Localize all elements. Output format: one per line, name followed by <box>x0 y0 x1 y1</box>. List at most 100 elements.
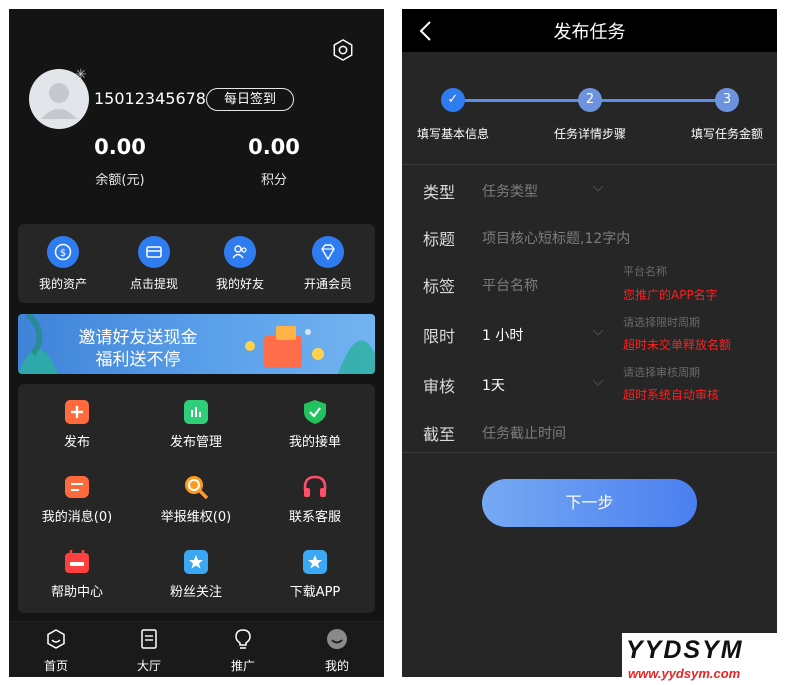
invite-banner[interactable]: 邀请好友送现金 福利送不停 <box>18 314 375 374</box>
user-phone: 15012345678 <box>94 89 206 108</box>
watermark-url: www.yydsym.com <box>628 666 741 681</box>
step-2-dot: 2 <box>578 88 602 112</box>
help-center-button[interactable]: 帮助中心 <box>18 549 136 600</box>
type-chevron-down-icon[interactable] <box>592 185 604 193</box>
balance-label: 余额(元) <box>95 173 145 188</box>
open-membership-button[interactable]: 开通会员 <box>286 236 370 292</box>
review-period-select[interactable]: 1天 <box>482 375 505 395</box>
profile-icon <box>327 629 347 649</box>
quick-actions-panel: $ 我的资产 点击提现 我的好友 开通会员 <box>18 224 375 303</box>
publish-button[interactable]: 发布 <box>18 399 136 450</box>
time-limit-chevron-down-icon[interactable] <box>592 329 604 337</box>
report-rights-button[interactable]: 举报维权(0) <box>137 474 255 525</box>
step-1-label: 填写基本信息 <box>416 127 489 141</box>
publish-label: 发布 <box>63 435 90 450</box>
type-label: 类型 <box>423 183 456 202</box>
download-star-icon <box>302 549 328 575</box>
review-hint: 请选择审核周期 <box>623 366 700 379</box>
star-badge-icon <box>183 549 209 575</box>
my-messages-button[interactable]: 我的消息(0) <box>18 474 136 525</box>
nav-hall-label: 大厅 <box>136 659 161 673</box>
customer-service-button[interactable]: 联系客服 <box>256 474 374 525</box>
download-app-label: 下载APP <box>289 585 341 600</box>
my-assets-button[interactable]: $ 我的资产 <box>21 236 105 292</box>
open-membership-label: 开通会员 <box>303 277 352 291</box>
diamond-icon <box>312 236 344 268</box>
nav-home[interactable]: 首页 <box>26 628 86 674</box>
review-chevron-down-icon[interactable] <box>592 379 604 387</box>
search-report-icon <box>183 474 209 500</box>
title-input[interactable]: 项目核心短标题,12字内 <box>482 228 630 248</box>
review-note: 超时系统自动审核 <box>623 388 720 402</box>
time-limit-hint: 请选择限时周期 <box>623 316 700 329</box>
wallet-card-icon <box>138 236 170 268</box>
type-select[interactable]: 任务类型 <box>482 181 538 201</box>
next-step-button[interactable]: 下一步 <box>482 479 697 527</box>
top-bar: 发布任务 <box>402 9 777 52</box>
step-1-check-icon: ✓ <box>441 88 465 112</box>
profile-screen: ✳ 15012345678 每日签到 0.00 余额(元) 0.00 积分 $ … <box>9 9 384 677</box>
publish-management-label: 发布管理 <box>169 435 222 450</box>
publish-task-screen: 发布任务 ✓ 2 3 填写基本信息 任务详情步骤 填写任务金额 类型 任务类型 … <box>402 9 777 677</box>
my-messages-label: 我的消息(0) <box>41 510 113 525</box>
my-assets-label: 我的资产 <box>38 277 87 291</box>
nav-promote[interactable]: 推广 <box>213 628 273 674</box>
watermark-title: YYDSYM <box>626 636 744 664</box>
withdraw-button[interactable]: 点击提现 <box>112 236 196 292</box>
plus-icon <box>64 399 90 425</box>
help-center-label: 帮助中心 <box>50 585 103 600</box>
my-friends-button[interactable]: 我的好友 <box>198 236 282 292</box>
help-calendar-icon <box>64 549 90 575</box>
step-3-dot: 3 <box>715 88 739 112</box>
daily-signin-button[interactable]: 每日签到 <box>206 88 294 111</box>
time-limit-label: 限时 <box>423 327 456 346</box>
friends-icon <box>224 236 256 268</box>
stepper-divider <box>402 164 777 165</box>
page-title: 发布任务 <box>553 22 626 43</box>
my-friends-label: 我的好友 <box>215 277 264 291</box>
step-3-label: 填写任务金额 <box>690 127 763 141</box>
headset-icon <box>302 474 328 500</box>
balance-value: 0.00 <box>94 135 146 159</box>
sparkle-icon: ✳ <box>75 67 87 83</box>
points-value: 0.00 <box>248 135 300 159</box>
balance-stat[interactable]: 0.00 余额(元) <box>60 135 180 188</box>
nav-home-label: 首页 <box>43 659 68 673</box>
nav-mine-label: 我的 <box>324 659 349 673</box>
shield-check-icon <box>302 399 328 425</box>
nav-promote-label: 推广 <box>230 659 255 673</box>
hall-icon <box>141 629 157 649</box>
fans-follow-button[interactable]: 粉丝关注 <box>137 549 255 600</box>
withdraw-label: 点击提现 <box>129 277 178 291</box>
deadline-label: 截至 <box>423 425 456 444</box>
bar-chart-icon <box>183 399 209 425</box>
banner-subtitle: 福利送不停 <box>95 350 181 370</box>
nav-hall[interactable]: 大厅 <box>119 628 179 674</box>
tag-input[interactable]: 平台名称 <box>482 275 538 295</box>
time-limit-note: 超时未交单释放名额 <box>623 338 732 352</box>
tag-note: 您推广的APP名字 <box>623 288 718 302</box>
review-label: 审核 <box>423 377 456 396</box>
publish-management-button[interactable]: 发布管理 <box>137 399 255 450</box>
home-icon <box>47 629 65 649</box>
form-divider <box>402 452 777 453</box>
my-orders-button[interactable]: 我的接单 <box>256 399 374 450</box>
deadline-input[interactable]: 任务截止时间 <box>482 423 566 443</box>
report-rights-label: 举报维权(0) <box>160 510 232 525</box>
bottom-nav: 首页 大厅 推广 我的 <box>9 621 384 677</box>
tag-hint: 平台名称 <box>623 265 667 278</box>
coin-icon: $ <box>47 236 79 268</box>
settings-gear-icon[interactable] <box>332 39 354 61</box>
points-label: 积分 <box>260 173 287 188</box>
step-2-label: 任务详情步骤 <box>553 127 626 141</box>
function-grid: 发布 发布管理 我的接单 我的消息(0) 举报维权(0) 联系客服 帮助中心 粉… <box>18 384 375 613</box>
bulb-icon <box>235 629 251 649</box>
tag-label: 标签 <box>423 277 456 296</box>
watermark-logo: YYDSYM www.yydsym.com <box>622 633 777 685</box>
download-app-button[interactable]: 下载APP <box>256 549 374 600</box>
nav-mine[interactable]: 我的 <box>307 628 367 674</box>
points-stat[interactable]: 0.00 积分 <box>214 135 334 188</box>
svg-text:$: $ <box>60 248 66 259</box>
time-limit-select[interactable]: 1 小时 <box>482 325 523 345</box>
fans-follow-label: 粉丝关注 <box>169 585 222 600</box>
